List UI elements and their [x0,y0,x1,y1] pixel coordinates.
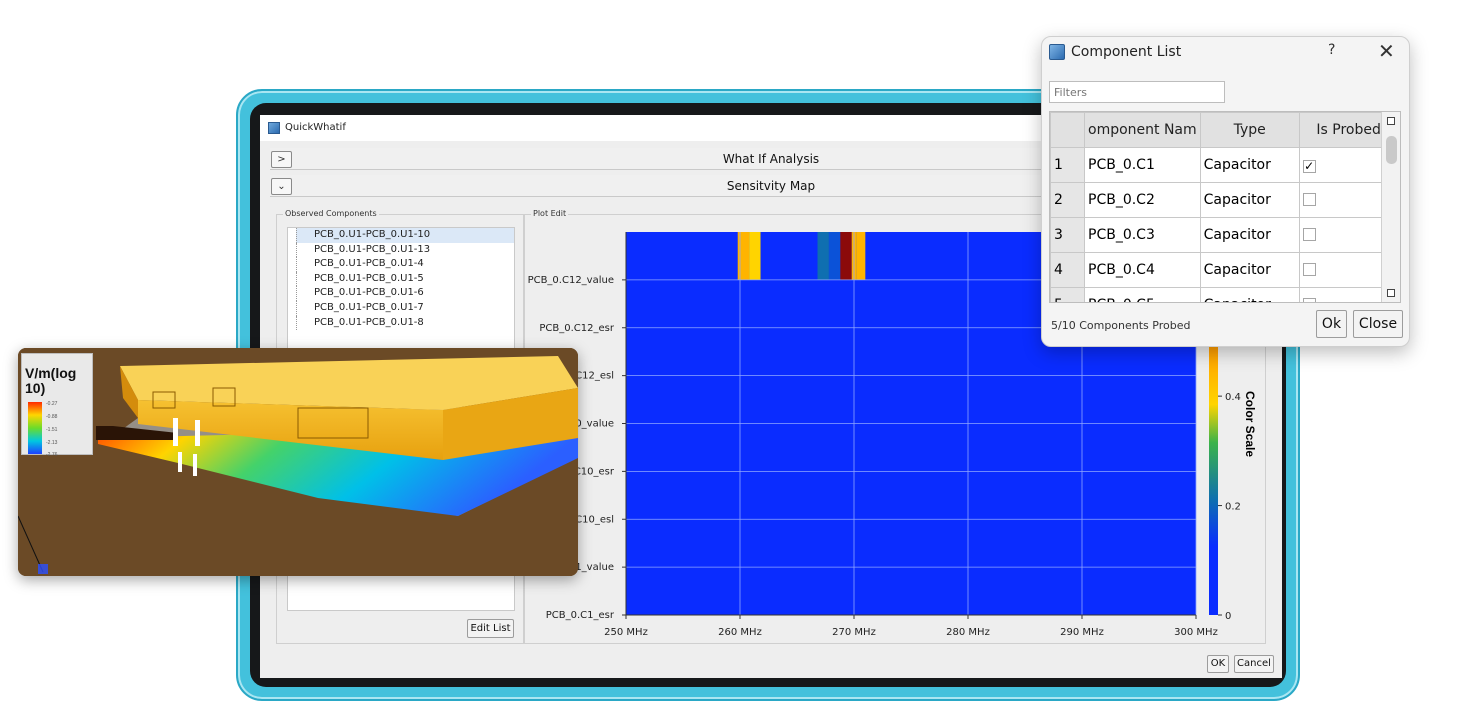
window-title: QuickWhatif [285,122,346,133]
legend-title: V/m(log 10) [25,365,77,396]
component-name-cell[interactable]: PCB_0.C3 [1084,217,1201,253]
observed-component-item[interactable]: PCB_0.U1-PCB_0.U1-4 [296,257,514,272]
component-name-cell[interactable]: PCB_0.C1 [1084,147,1201,183]
legend-colorbar [28,402,42,454]
pcb-field-render [18,348,578,576]
scroll-thumb[interactable] [1386,136,1397,164]
component-name-cell[interactable]: PCB_0.C4 [1084,252,1201,288]
dialog-title: Component List [1071,44,1182,60]
is-probed-checkbox[interactable] [1302,227,1316,241]
app-icon [268,122,280,134]
table-row[interactable]: 5PCB_0.C5Capacitor [1050,287,1399,302]
component-type-cell[interactable]: Capacitor [1199,217,1300,253]
observed-component-item[interactable]: PCB_0.U1-PCB_0.U1-13 [296,242,514,258]
legend-tick: -0.27 [46,401,58,407]
cancel-button[interactable]: Cancel [1234,655,1274,673]
table-row[interactable]: 2 PCB_0.C2 Capacitor [1050,182,1399,218]
component-type-cell[interactable]: Capacitor [1199,182,1300,218]
field-legend: V/m(log 10) -0.27 -0.88 -1.51 -2.13 -2.7… [21,353,93,458]
table-row[interactable]: 1 PCB_0.C1 Capacitor ✓ [1050,147,1399,183]
is-probed-checkbox[interactable] [1302,192,1316,206]
table-row[interactable]: 4 PCB_0.C4 Capacitor [1050,252,1399,288]
legend-tick: -1.51 [46,427,58,433]
is-probed-checkbox[interactable] [1302,262,1316,276]
ok-button[interactable]: OK [1207,655,1229,673]
legend-tick: -0.88 [46,414,58,420]
group-title: Observed Components [283,209,379,218]
row-number: 5 [1050,287,1085,302]
table-row[interactable]: 3 PCB_0.C3 Capacitor [1050,217,1399,253]
app-icon [1049,44,1065,60]
component-type-cell[interactable]: Capacitor [1199,147,1300,183]
group-title: Plot Edit [531,209,569,218]
table-scrollbar[interactable] [1381,112,1400,302]
scroll-up-button[interactable] [1387,117,1395,125]
component-type-cell[interactable]: Capacitor [1199,287,1300,302]
component-name-cell[interactable]: PCB_0.C2 [1084,182,1201,218]
row-number: 4 [1050,252,1085,288]
legend-tick: -2.76 [46,452,58,458]
component-list-dialog: Component List ? ✕ omponent Nam Type Is … [1041,36,1410,347]
row-number: 2 [1050,182,1085,218]
row-number: 1 [1050,147,1085,183]
column-header-type[interactable]: Type [1199,112,1300,148]
close-icon[interactable]: ✕ [1378,39,1395,63]
component-type-cell[interactable]: Capacitor [1199,252,1300,288]
is-probed-checkbox[interactable] [1302,297,1316,302]
observed-component-item[interactable]: PCB_0.U1-PCB_0.U1-10 [296,228,514,243]
legend-tick: -2.13 [46,440,58,446]
observed-component-item[interactable]: PCB_0.U1-PCB_0.U1-6 [296,286,514,301]
component-table: omponent Nam Type Is Probed 1 PCB_0.C1 Cap… [1049,111,1401,303]
help-icon[interactable]: ? [1328,42,1335,58]
close-button[interactable]: Close [1353,310,1403,338]
column-header-component-name[interactable]: omponent Nam [1084,112,1201,148]
ok-button[interactable]: Ok [1316,310,1347,338]
row-header-corner [1050,112,1085,148]
component-name-cell[interactable]: PCB_0.C5 [1084,287,1201,302]
probed-status-text: 5/10 Components Probed [1051,319,1191,332]
field-3d-view: V/m(log 10) -0.27 -0.88 -1.51 -2.13 -2.7… [18,348,578,576]
observed-component-item[interactable]: PCB_0.U1-PCB_0.U1-5 [296,271,514,287]
observed-component-item[interactable]: PCB_0.U1-PCB_0.U1-7 [296,300,514,316]
scroll-down-button[interactable] [1387,289,1395,297]
is-probed-checkbox[interactable]: ✓ [1302,160,1316,173]
edit-list-button[interactable]: Edit List [467,619,514,638]
filter-input[interactable] [1049,81,1225,103]
row-number: 3 [1050,217,1085,253]
observed-component-item[interactable]: PCB_0.U1-PCB_0.U1-8 [296,315,514,331]
